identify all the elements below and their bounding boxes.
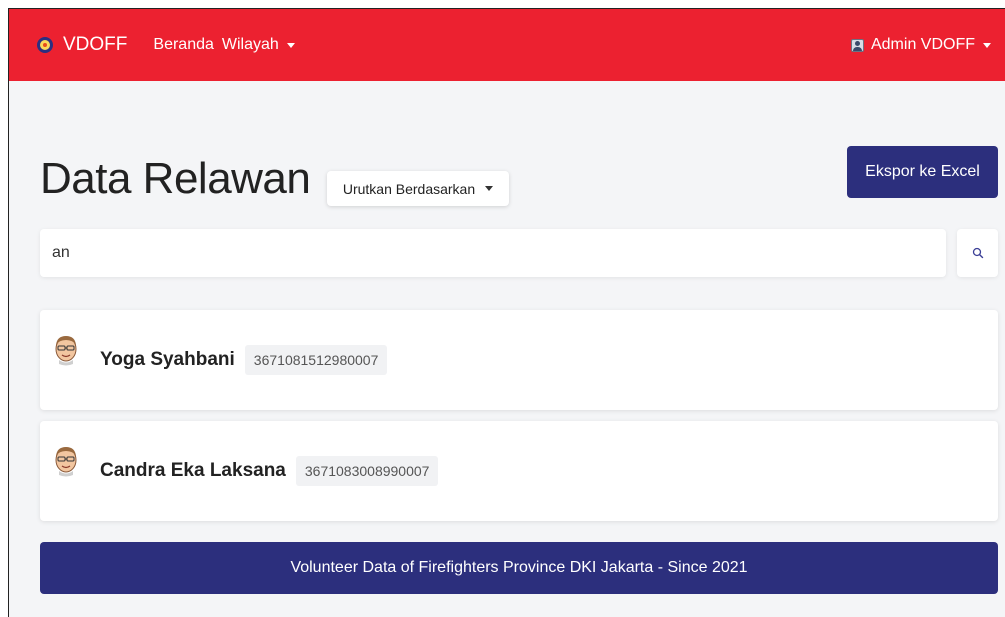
volunteer-name: Yoga Syahbani [100,349,235,370]
page-frame: VDOFF Beranda Wilayah Admin VDOFF Data R… [8,8,1005,617]
user-menu-label: Admin VDOFF [870,36,975,53]
footer-text: Volunteer Data of Firefighters Province … [290,559,748,576]
footer: Volunteer Data of Firefighters Province … [40,542,998,594]
user-avatar-icon [850,38,864,52]
sort-dropdown-button[interactable]: Urutkan Berdasarkan [327,171,509,206]
avatar-icon [55,336,77,366]
nav-link-beranda[interactable]: Beranda [153,36,214,54]
export-excel-button[interactable]: Ekspor ke Excel [847,146,998,198]
nav-dropdown-wilayah-label: Wilayah [221,36,279,53]
volunteer-id-badge: 3671083008990007 [295,456,439,486]
search-input[interactable] [40,229,946,277]
volunteer-id-badge: 3671081512980007 [244,345,388,375]
brand-link[interactable]: VDOFF [37,34,127,56]
caret-down-icon [286,42,295,48]
sort-dropdown-label: Urutkan Berdasarkan [342,180,476,197]
volunteer-card[interactable]: Yoga Syahbani 3671081512980007 [40,310,998,410]
brand-name: VDOFF [63,34,128,55]
nav-dropdown-wilayah[interactable]: Wilayah [222,36,295,54]
avatar-icon [55,447,77,477]
user-menu[interactable]: Admin VDOFF [850,9,991,81]
volunteer-card[interactable]: Candra Eka Laksana 3671083008990007 [40,421,998,521]
firefighter-logo-icon [37,37,53,53]
caret-down-icon [983,42,991,48]
search-icon [972,247,983,259]
volunteer-name: Candra Eka Laksana [100,460,286,481]
page-title: Data Relawan [40,154,311,203]
navbar: VDOFF Beranda Wilayah Admin VDOFF [9,9,1005,81]
search-button[interactable] [957,229,998,277]
caret-down-icon [485,186,494,191]
